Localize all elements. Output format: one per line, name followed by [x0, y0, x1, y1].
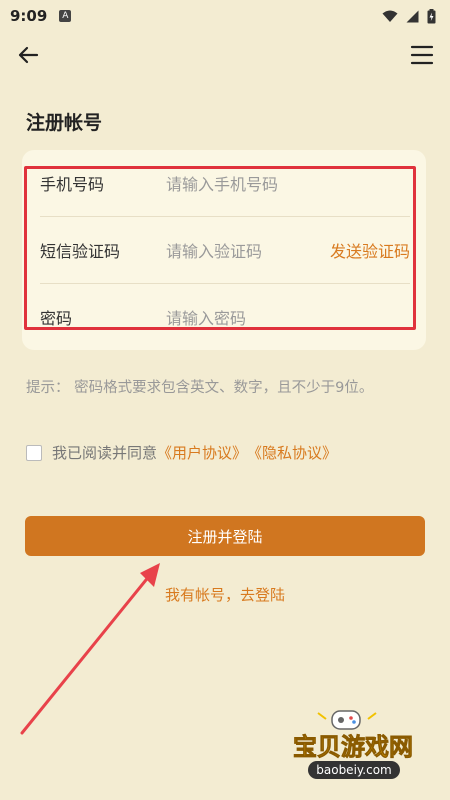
password-hint: 提示： 密码格式要求包含英文、数字，且不少于9位。 — [26, 380, 374, 396]
wifi-icon — [382, 10, 398, 22]
agreement-text: 我已阅读并同意 — [52, 444, 158, 462]
arrow-left-icon — [18, 46, 39, 64]
agreement-row: 我已阅读并同意 《用户协议》 《隐私协议》 — [26, 442, 337, 463]
page-title: 注册帐号 — [26, 112, 103, 134]
app-bar — [0, 32, 450, 78]
sms-code-input[interactable]: 请输入验证码 — [166, 238, 330, 262]
password-row: 密码 请输入密码 — [40, 284, 410, 350]
signal-icon — [406, 10, 419, 22]
watermark-url: baobeiy.com — [316, 763, 391, 777]
agreement-checkbox[interactable] — [26, 444, 42, 461]
site-watermark: 宝贝游戏网 baobeiy.com — [270, 705, 440, 790]
phone-input[interactable]: 请输入手机号码 — [166, 171, 410, 195]
password-input[interactable]: 请输入密码 — [166, 305, 410, 329]
sms-code-row: 短信验证码 请输入验证码 发送验证码 — [40, 217, 410, 283]
register-login-button[interactable]: 注册并登陆 — [25, 516, 425, 556]
watermark-title: 宝贝游戏网 — [293, 733, 413, 761]
status-time: 9:09 — [10, 7, 48, 25]
status-bar: 9:09 A — [0, 0, 450, 32]
phone-row: 手机号码 请输入手机号码 — [40, 150, 410, 216]
phone-label: 手机号码 — [40, 175, 105, 194]
battery-icon — [427, 8, 436, 23]
privacy-policy-link[interactable]: 《隐私协议》 — [247, 442, 337, 463]
send-code-button[interactable]: 发送验证码 — [330, 238, 410, 262]
password-label: 密码 — [40, 309, 73, 328]
sms-code-label: 短信验证码 — [40, 242, 121, 261]
user-agreement-link[interactable]: 《用户协议》 — [157, 442, 247, 463]
go-login-link[interactable]: 我有帐号，去登陆 — [0, 584, 450, 605]
watermark-logo-icon: 宝贝游戏网 baobeiy.com — [293, 710, 413, 779]
hamburger-menu-icon — [410, 45, 434, 65]
menu-button[interactable] — [408, 41, 436, 69]
notification-a-icon: A — [59, 10, 72, 22]
status-right-icons — [382, 8, 436, 24]
back-button[interactable] — [14, 41, 42, 69]
